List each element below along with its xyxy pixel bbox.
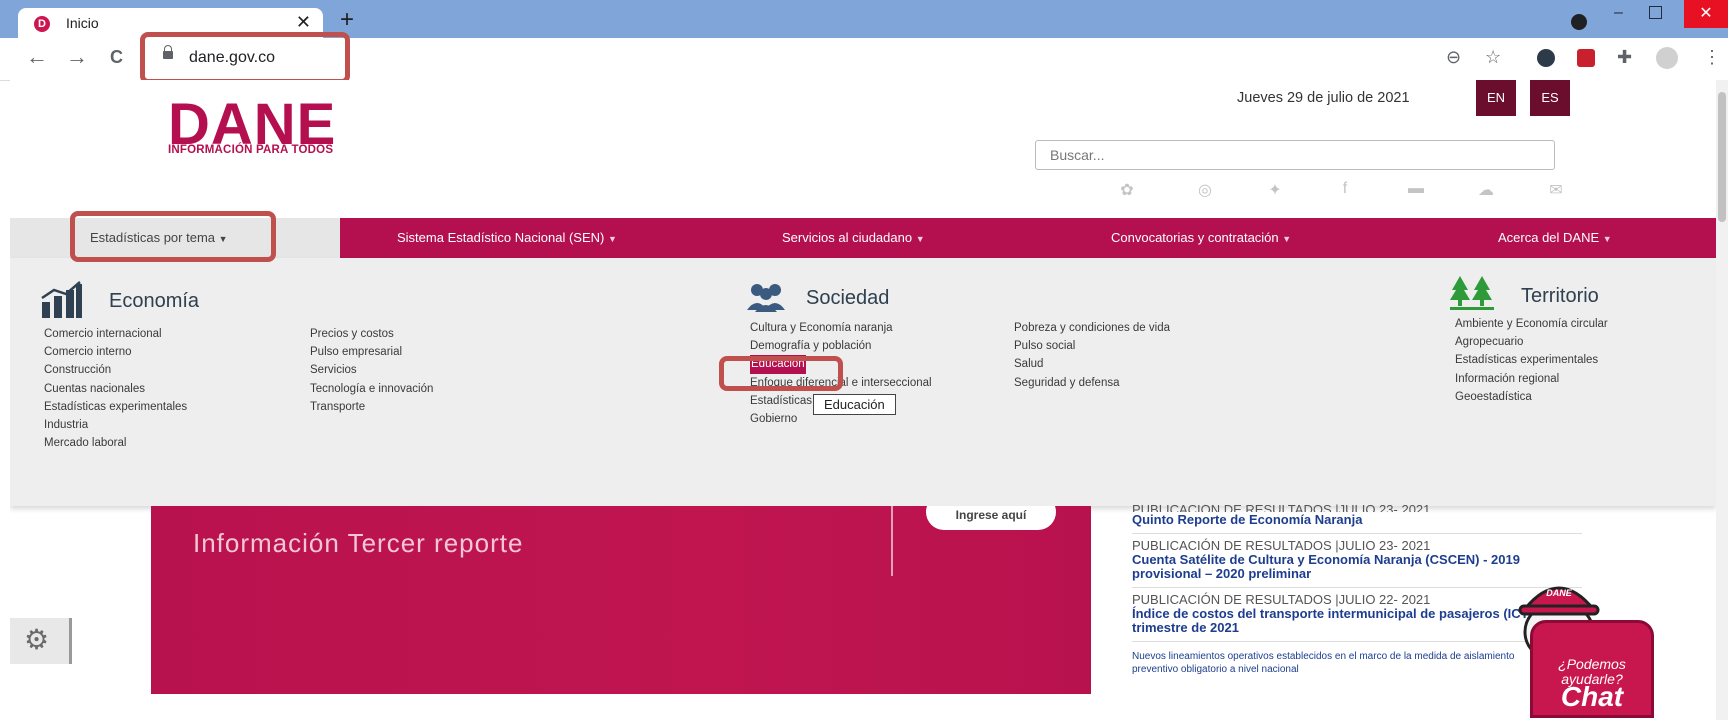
subtopic-link[interactable]: Precios y costos [310, 325, 433, 343]
menu-servicios[interactable]: Servicios al ciudadano ▼ [782, 230, 925, 245]
maximize-button[interactable] [1649, 6, 1662, 19]
close-tab-icon[interactable]: ✕ [296, 12, 311, 33]
tooltip: Educación [813, 394, 896, 415]
chat-label: Chat [1560, 681, 1624, 712]
instagram-icon[interactable]: ◎ [1192, 180, 1218, 200]
subtopic-link[interactable]: Tecnología e innovación [310, 380, 433, 398]
subtopic-link[interactable]: Información regional [1455, 370, 1608, 388]
news-title-link[interactable]: Cuenta Satélite de Cultura y Economía Na… [1132, 553, 1572, 581]
back-button[interactable]: ← [26, 44, 48, 70]
dane-favicon-icon: D [34, 16, 50, 32]
url-highlight-box [140, 32, 350, 84]
bookmark-star-icon[interactable]: ☆ [1485, 47, 1501, 68]
twitter-icon[interactable]: ✦ [1262, 180, 1288, 200]
sociedad-title: Sociedad [806, 287, 890, 309]
subtopic-link[interactable]: Estadísticas experimentales [44, 398, 187, 416]
subtopic-link[interactable]: Geoestadística [1455, 388, 1608, 406]
pdf-extension-icon[interactable] [1577, 49, 1595, 67]
news-divider [1132, 587, 1582, 588]
news-divider [1132, 533, 1582, 534]
educacion-highlight-box [719, 356, 843, 391]
reload-button[interactable]: C [110, 47, 123, 68]
site-search[interactable] [1035, 140, 1555, 170]
lang-en-button[interactable]: EN [1476, 80, 1516, 116]
stats-dropdown: Economía Comercio internacional Comercio… [10, 258, 1716, 506]
menu-acerca[interactable]: Acerca del DANE ▼ [1498, 230, 1612, 245]
economia-col2: Precios y costos Pulso empresarial Servi… [310, 325, 433, 416]
subtopic-link[interactable]: Ambiente y Economía circular [1455, 315, 1608, 333]
youtube-icon[interactable]: ▬ [1403, 180, 1429, 198]
promo-banner[interactable]: Ingrese aquí Información Tercer reporte [151, 506, 1091, 694]
soundcloud-icon[interactable]: ☁ [1473, 180, 1499, 200]
news-date: PUBLICACIÓN DE RESULTADOS |JULIO 23- 202… [1132, 504, 1431, 512]
subtopic-link[interactable]: Pulso social [1014, 337, 1170, 355]
flickr-icon[interactable]: ✿ [1114, 180, 1140, 200]
close-window-button[interactable]: ✕ [1684, 0, 1728, 28]
trees-icon [1450, 276, 1494, 310]
logo-tagline: INFORMACIÓN PARA TODOS [168, 144, 334, 156]
tab-title: Inicio [66, 15, 99, 31]
subtopic-link[interactable]: Servicios [310, 361, 433, 379]
forward-button[interactable]: → [66, 44, 88, 70]
profile-avatar[interactable] [1656, 47, 1678, 69]
news-date: PUBLICACIÓN DE RESULTADOS |JULIO 22- 202… [1132, 592, 1431, 607]
menu-sen[interactable]: Sistema Estadístico Nacional (SEN) ▼ [397, 230, 617, 245]
current-date: Jueves 29 de julio de 2021 [1237, 90, 1410, 106]
minimize-button[interactable]: – [1614, 4, 1623, 22]
subtopic-link[interactable]: Estadísticas experimentales [1455, 351, 1608, 369]
lang-es-button[interactable]: ES [1530, 80, 1570, 116]
banner-divider [891, 506, 893, 576]
scrollbar-thumb[interactable] [1718, 92, 1726, 222]
subtopic-link[interactable]: Comercio internacional [44, 325, 187, 343]
new-tab-button[interactable]: + [340, 8, 354, 32]
profile-menu-icon[interactable] [1571, 14, 1587, 30]
extensions-puzzle-icon[interactable]: ✚ [1617, 47, 1632, 68]
territorio-title: Territorio [1521, 285, 1599, 307]
news-divider [1132, 641, 1582, 642]
banner-text: Información Tercer reporte [193, 528, 524, 558]
news-title-link[interactable]: Quinto Reporte de Economía Naranja [1132, 512, 1582, 527]
subtopic-link[interactable]: Construcción [44, 361, 187, 379]
chat-button[interactable]: ¿Podemos ayudarle? Chat [1530, 620, 1654, 718]
news-title-link[interactable]: Índice de costos del transporte intermun… [1132, 607, 1572, 635]
subtopic-link[interactable]: Transporte [310, 398, 433, 416]
gear-icon: ⚙ [24, 624, 50, 655]
news-title-link[interactable]: Nuevos lineamientos operativos estableci… [1132, 650, 1562, 676]
subtopic-link[interactable]: Mercado laboral [44, 434, 187, 452]
sociedad-col2: Pobreza y condiciones de vida Pulso soci… [1014, 319, 1170, 392]
subtopic-link[interactable]: Industria [44, 416, 187, 434]
subtopic-link[interactable]: Pulso empresarial [310, 343, 433, 361]
subtopic-link[interactable]: Demografía y población [750, 337, 932, 355]
menu-convocatorias[interactable]: Convocatorias y contratación ▼ [1111, 230, 1291, 245]
subtopic-link[interactable]: Agropecuario [1455, 333, 1608, 351]
ingrese-aqui-button[interactable]: Ingrese aquí [926, 506, 1056, 530]
economia-title: Economía [109, 290, 200, 312]
territorio-col1: Ambiente y Economía circular Agropecuari… [1455, 315, 1608, 406]
search-input[interactable] [1036, 141, 1554, 169]
subtopic-link[interactable]: Salud [1014, 355, 1170, 373]
menu-highlight-box [70, 211, 276, 262]
people-icon [747, 284, 785, 312]
subtopic-link[interactable]: Comercio interno [44, 343, 187, 361]
subtopic-link[interactable]: Pobreza y condiciones de vida [1014, 319, 1170, 337]
extension-icon[interactable] [1537, 49, 1555, 67]
facebook-icon[interactable]: f [1332, 180, 1358, 198]
subtopic-link[interactable]: Cuentas nacionales [44, 380, 187, 398]
news-date: PUBLICACIÓN DE RESULTADOS |JULIO 23- 202… [1132, 538, 1431, 553]
subtopic-link[interactable]: Seguridad y defensa [1014, 374, 1170, 392]
zoom-icon[interactable]: ⊖ [1446, 47, 1461, 68]
economia-col1: Comercio internacional Comercio interno … [44, 325, 187, 452]
subtopic-link[interactable]: Cultura y Economía naranja [750, 319, 932, 337]
news-list: PUBLICACIÓN DE RESULTADOS |JULIO 23- 202… [1132, 504, 1582, 676]
mascot-cap-text: DANE [1546, 588, 1572, 598]
economy-chart-icon [41, 281, 82, 318]
more-menu-icon[interactable]: ⋮ [1703, 47, 1721, 68]
email-icon[interactable]: ✉ [1543, 180, 1569, 200]
settings-widget[interactable]: ⚙ [10, 618, 72, 664]
